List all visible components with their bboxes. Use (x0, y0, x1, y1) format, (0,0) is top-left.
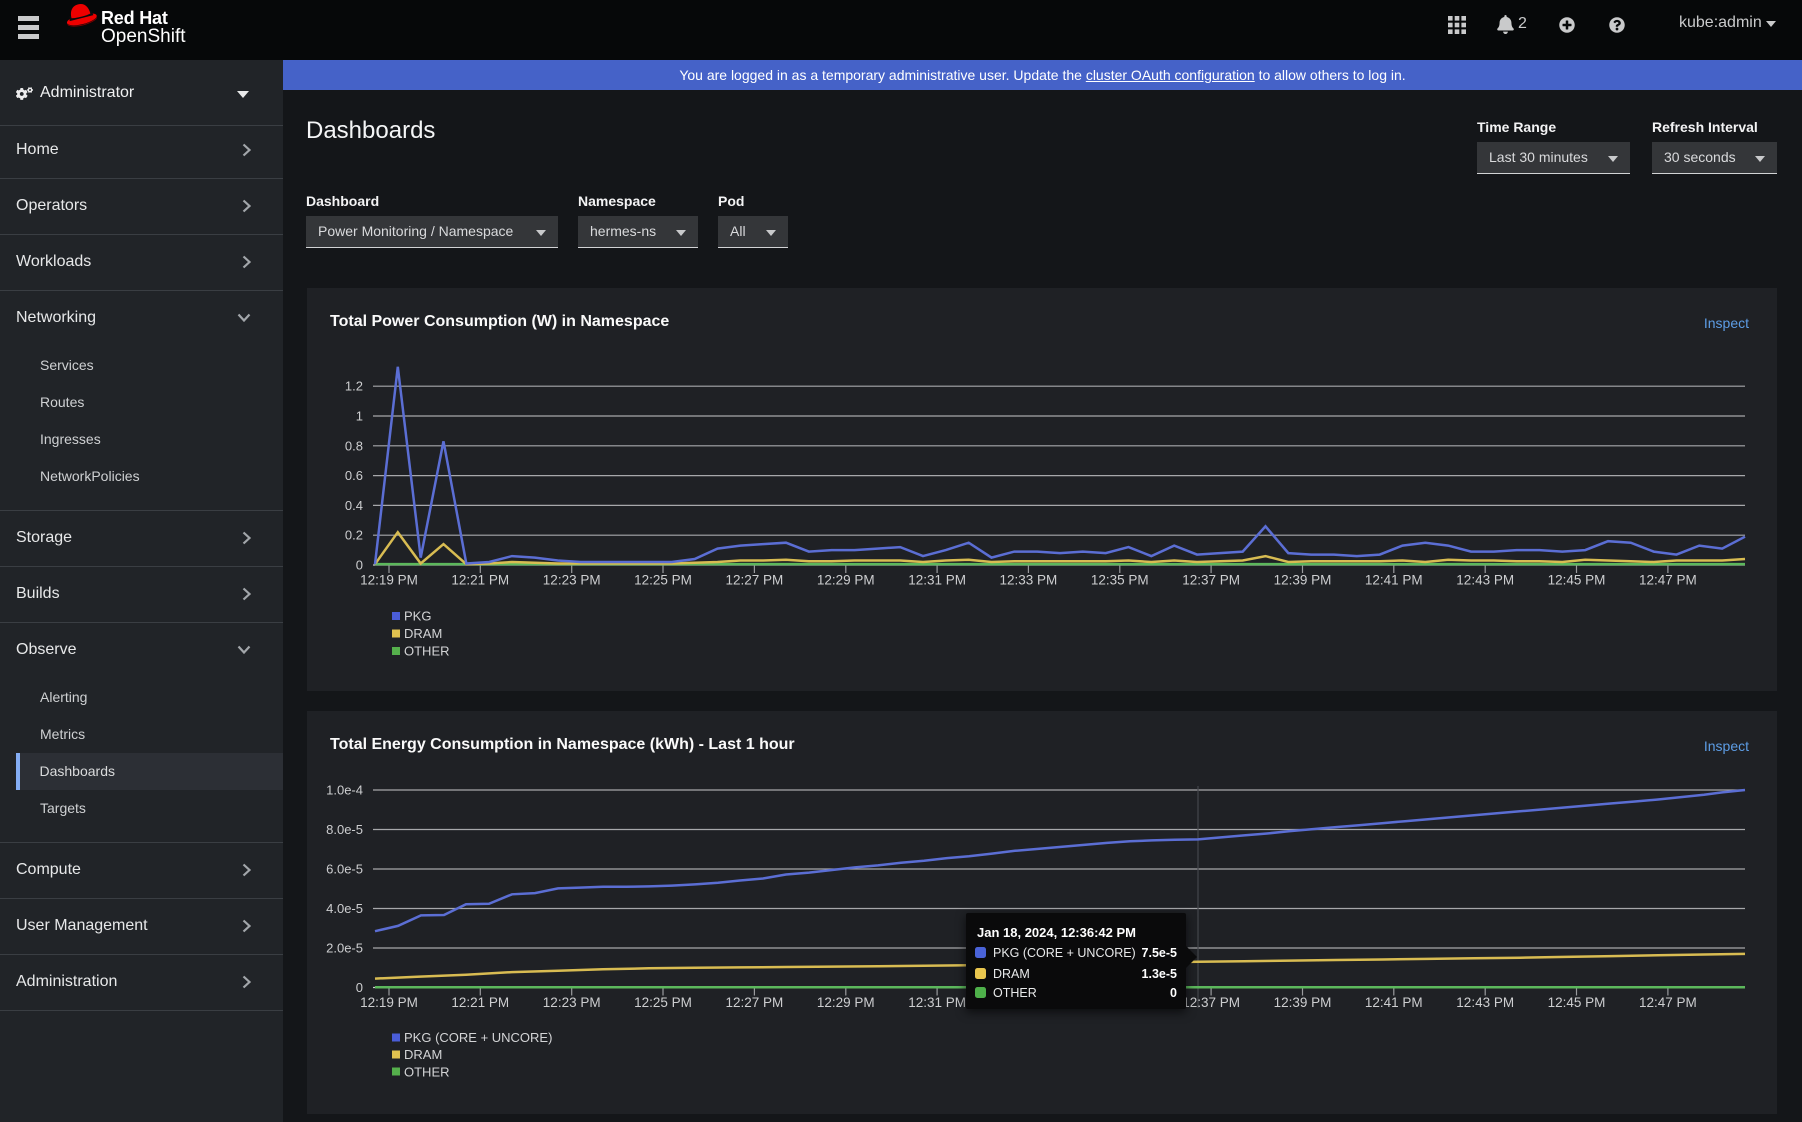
svg-text:12:19 PM: 12:19 PM (360, 995, 418, 1010)
svg-text:12:43 PM: 12:43 PM (1456, 573, 1514, 588)
svg-text:DRAM: DRAM (404, 1047, 442, 1062)
svg-text:12:45 PM: 12:45 PM (1548, 573, 1606, 588)
svg-text:12:29 PM: 12:29 PM (817, 573, 875, 588)
svg-text:12:39 PM: 12:39 PM (1274, 995, 1332, 1010)
svg-text:12:35 PM: 12:35 PM (1091, 573, 1149, 588)
svg-text:0.4: 0.4 (345, 498, 363, 513)
svg-text:12:37 PM: 12:37 PM (1182, 995, 1240, 1010)
svg-text:0.2: 0.2 (345, 528, 363, 543)
svg-text:12:21 PM: 12:21 PM (451, 573, 509, 588)
svg-text:1.0e-4: 1.0e-4 (326, 783, 363, 798)
svg-text:12:45 PM: 12:45 PM (1548, 995, 1606, 1010)
svg-text:12:21 PM: 12:21 PM (451, 995, 509, 1010)
svg-text:8.0e-5: 8.0e-5 (326, 822, 363, 837)
svg-text:12:23 PM: 12:23 PM (543, 573, 601, 588)
svg-text:1: 1 (356, 409, 363, 424)
svg-text:12:47 PM: 12:47 PM (1639, 995, 1697, 1010)
svg-text:12:31 PM: 12:31 PM (908, 573, 966, 588)
svg-text:6.0e-5: 6.0e-5 (326, 862, 363, 877)
svg-text:2.0e-5: 2.0e-5 (326, 941, 363, 956)
svg-text:OTHER: OTHER (404, 1065, 450, 1080)
svg-text:12:43 PM: 12:43 PM (1456, 995, 1514, 1010)
svg-text:12:37 PM: 12:37 PM (1182, 573, 1240, 588)
svg-text:12:25 PM: 12:25 PM (634, 573, 692, 588)
svg-text:12:19 PM: 12:19 PM (360, 573, 418, 588)
svg-text:0: 0 (356, 558, 363, 573)
svg-text:12:25 PM: 12:25 PM (634, 995, 692, 1010)
svg-text:12:31 PM: 12:31 PM (908, 995, 966, 1010)
svg-text:12:41 PM: 12:41 PM (1365, 995, 1423, 1010)
svg-text:0.8: 0.8 (345, 438, 363, 453)
svg-text:PKG: PKG (404, 609, 431, 624)
svg-text:12:29 PM: 12:29 PM (817, 995, 875, 1010)
svg-text:OTHER: OTHER (404, 644, 450, 659)
svg-text:12:27 PM: 12:27 PM (726, 995, 784, 1010)
svg-text:DRAM: DRAM (404, 626, 442, 641)
svg-text:12:41 PM: 12:41 PM (1365, 573, 1423, 588)
svg-text:PKG (CORE + UNCORE): PKG (CORE + UNCORE) (404, 1030, 552, 1045)
svg-text:12:47 PM: 12:47 PM (1639, 573, 1697, 588)
svg-text:12:33 PM: 12:33 PM (1000, 573, 1058, 588)
svg-text:12:23 PM: 12:23 PM (543, 995, 601, 1010)
svg-text:0.6: 0.6 (345, 468, 363, 483)
svg-text:0: 0 (356, 980, 363, 995)
svg-text:12:39 PM: 12:39 PM (1274, 573, 1332, 588)
svg-text:12:27 PM: 12:27 PM (726, 573, 784, 588)
svg-text:1.2: 1.2 (345, 379, 363, 394)
svg-text:4.0e-5: 4.0e-5 (326, 901, 363, 916)
